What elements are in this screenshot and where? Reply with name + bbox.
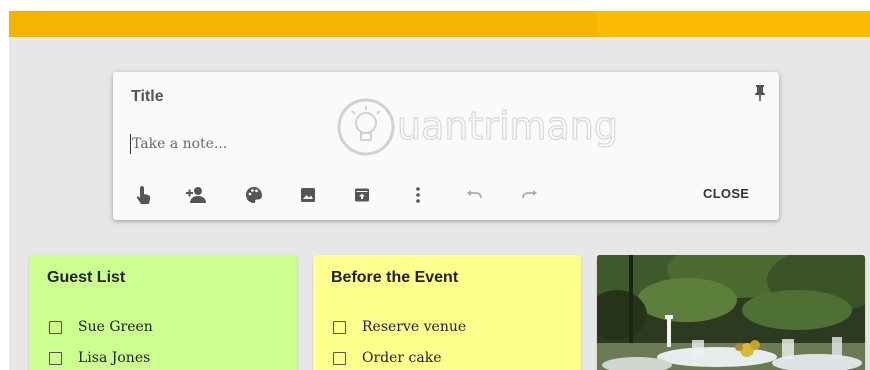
archive-icon[interactable]	[351, 184, 373, 206]
checklist-item-label: Sue Green	[78, 319, 153, 335]
pin-icon[interactable]	[753, 84, 767, 102]
checklist-item[interactable]: Lisa Jones	[49, 350, 150, 366]
checklist-item[interactable]: Sue Green	[49, 319, 153, 335]
close-button[interactable]: CLOSE	[703, 186, 749, 201]
checkbox[interactable]	[49, 351, 62, 365]
undo-icon[interactable]	[463, 184, 485, 206]
note-composer[interactable]: Title uantrimang	[113, 72, 779, 220]
checkbox[interactable]	[333, 320, 346, 334]
checklist-item-label: Order cake	[362, 350, 442, 366]
note-title[interactable]: Title	[131, 88, 164, 106]
more-icon[interactable]	[407, 184, 429, 206]
checkbox[interactable]	[49, 320, 62, 334]
image-note-card[interactable]	[597, 255, 865, 370]
note-photo	[597, 255, 865, 370]
watermark-text: uantrimang	[396, 103, 619, 148]
app-frame: Title uantrimang	[9, 11, 870, 370]
reminder-icon[interactable]	[133, 184, 155, 206]
note-card-title: Before the Event	[331, 269, 459, 286]
watermark-logo: uantrimang	[335, 92, 635, 162]
top-app-bar-section	[9, 11, 597, 37]
checklist-item-label: Reserve venue	[362, 319, 467, 335]
collaborator-icon[interactable]	[185, 184, 207, 206]
top-app-bar	[9, 11, 870, 37]
watermark-bulb-icon	[337, 98, 395, 156]
image-icon[interactable]	[297, 184, 319, 206]
note-card[interactable]: Before the Event Reserve venue Order cak…	[313, 255, 581, 370]
checkbox[interactable]	[333, 351, 346, 365]
note-card[interactable]: Guest List Sue Green Lisa Jones	[29, 255, 297, 370]
note-card-title: Guest List	[47, 269, 126, 286]
palette-icon[interactable]	[243, 184, 265, 206]
note-toolbar: CLOSE	[113, 180, 779, 210]
checklist-item-label: Lisa Jones	[78, 350, 151, 366]
checklist-item[interactable]: Reserve venue	[333, 319, 466, 335]
checklist-item[interactable]: Order cake	[333, 350, 442, 366]
redo-icon[interactable]	[519, 184, 541, 206]
